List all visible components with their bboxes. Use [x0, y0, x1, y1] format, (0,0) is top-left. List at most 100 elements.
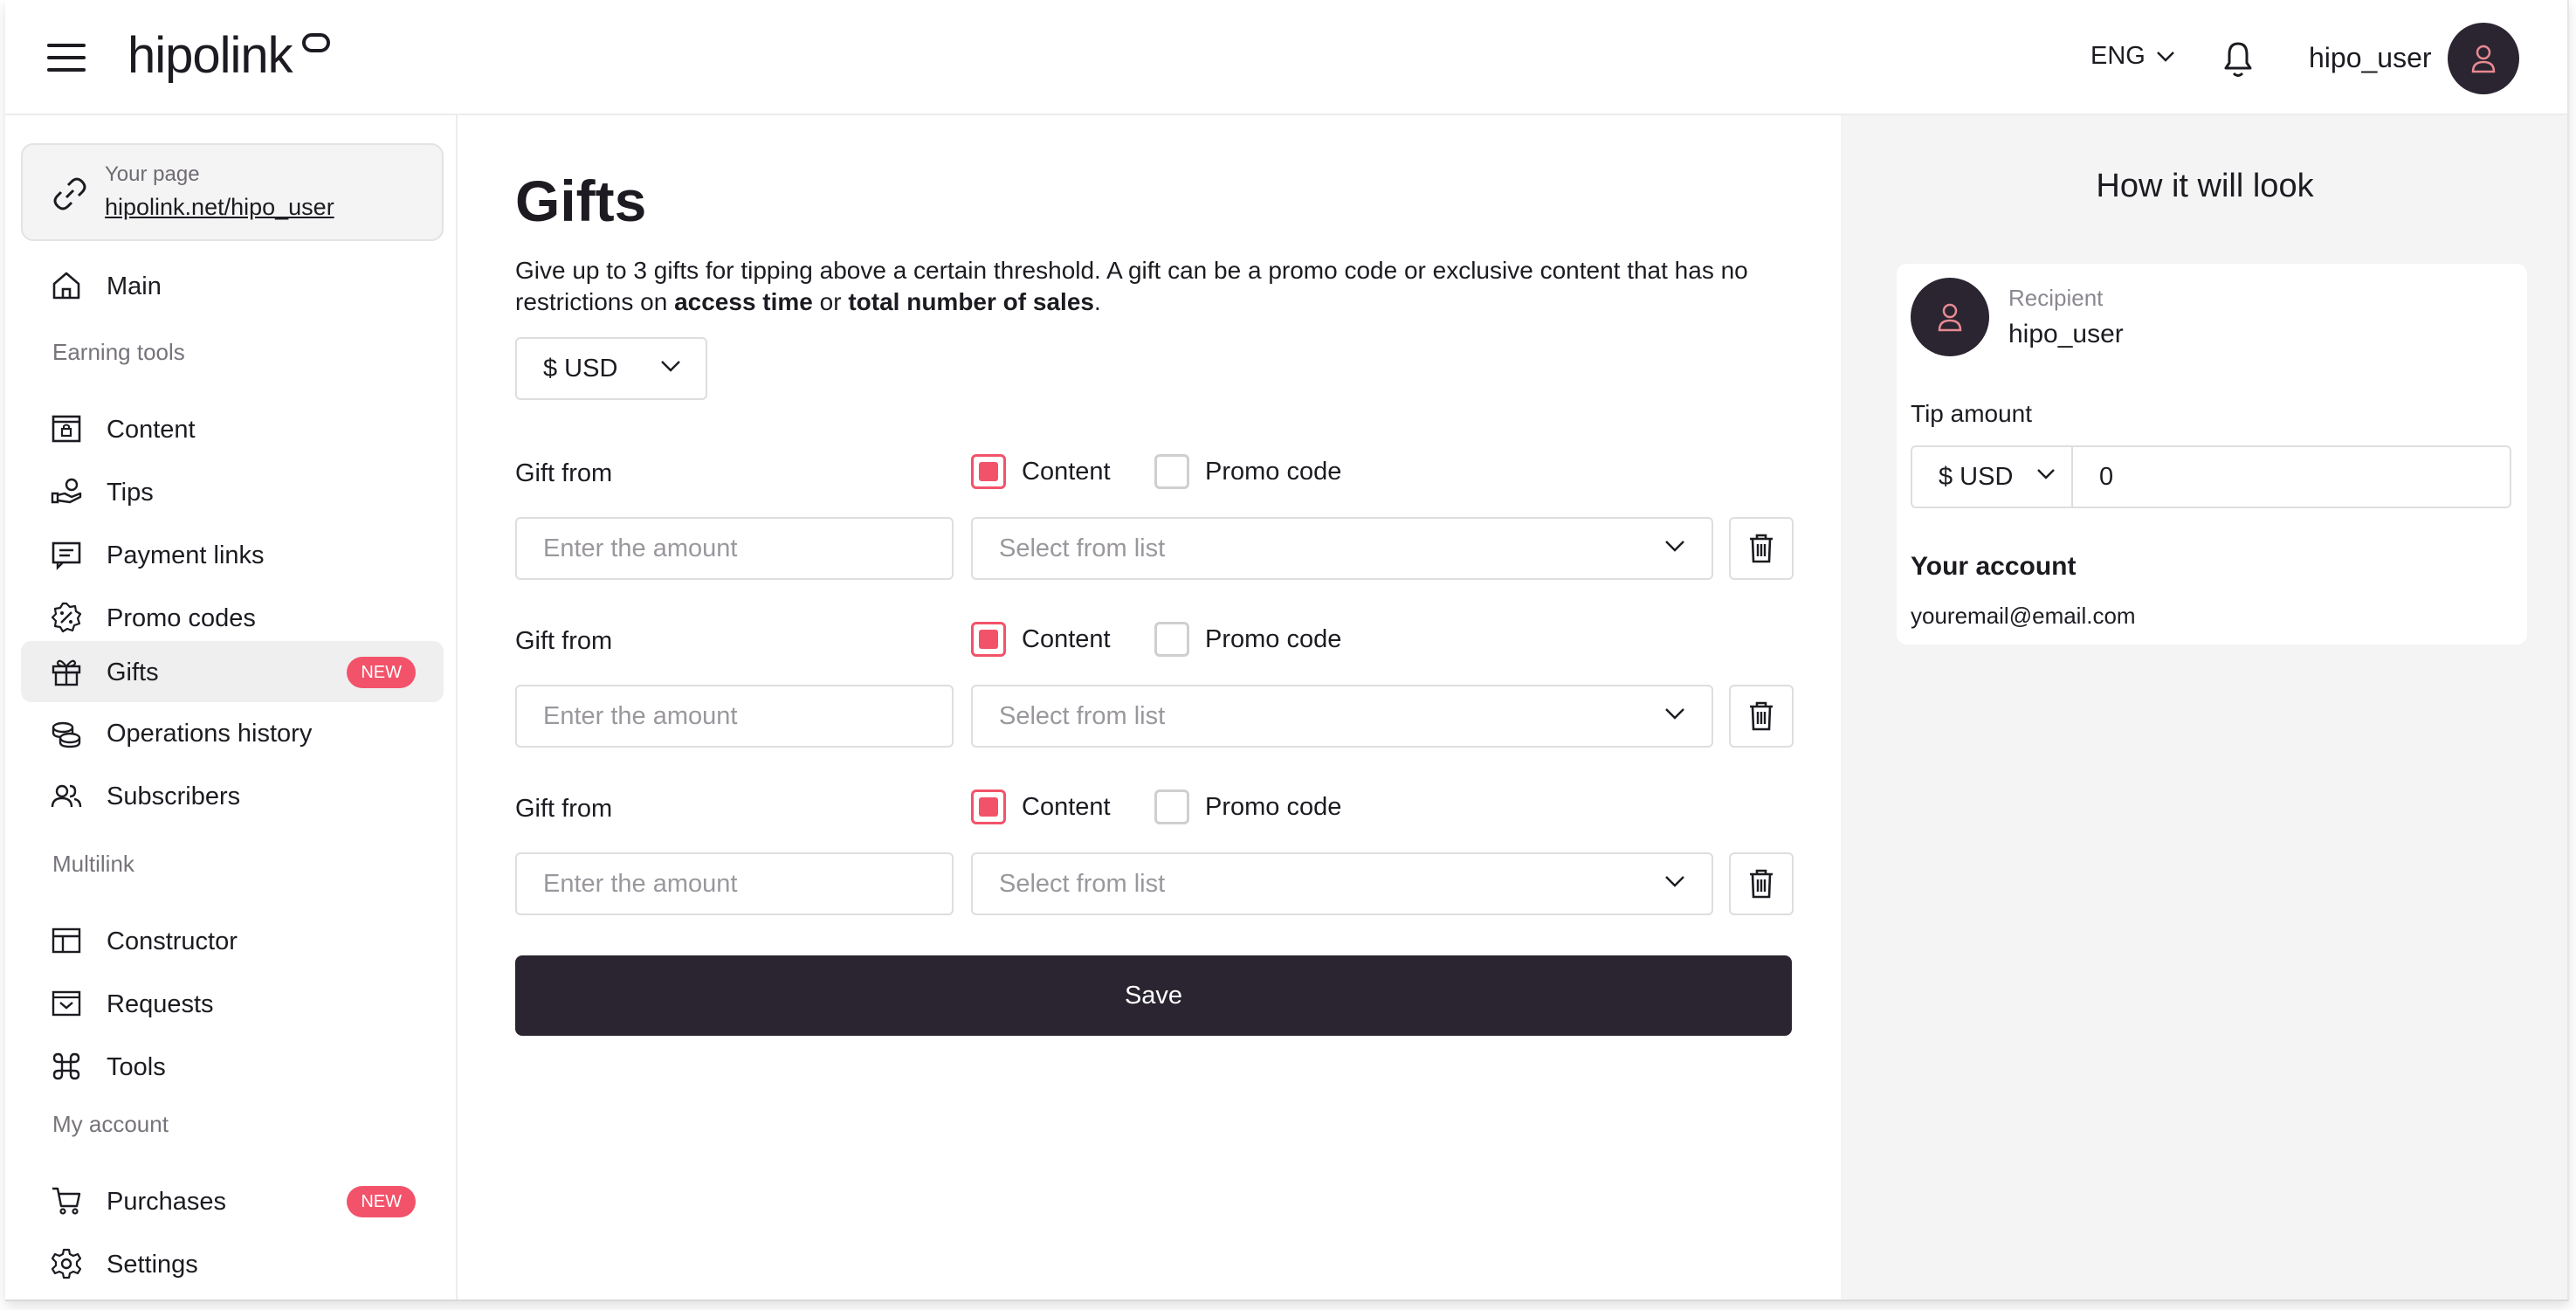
delete-button[interactable] — [1729, 852, 1794, 915]
section-earning-tools: Earning tools — [52, 339, 185, 365]
checkbox-checked[interactable] — [971, 454, 1006, 489]
username[interactable]: hipo_user — [2309, 42, 2432, 74]
checkbox-unchecked[interactable] — [1154, 622, 1189, 657]
delete-button[interactable] — [1729, 685, 1794, 748]
promo-codes-icon — [51, 602, 82, 633]
new-badge: NEW — [347, 1186, 416, 1217]
gift-from-label: Gift from — [515, 627, 613, 655]
chevron-down-icon — [2156, 51, 2174, 62]
trash-icon — [1750, 534, 1773, 563]
sidebar-item-tools[interactable]: Tools — [21, 1036, 444, 1097]
content-icon — [52, 415, 81, 443]
tip-currency-value: $ USD — [1939, 462, 2014, 491]
section-my-account: My account — [52, 1111, 169, 1137]
sidebar-item-label: Payment links — [107, 541, 265, 569]
content-checkbox[interactable]: Content — [971, 789, 1111, 824]
sidebar-item-label: Operations history — [107, 720, 313, 748]
tip-currency-select[interactable]: $ USD — [1911, 445, 2071, 508]
gift-row: Gift from Content Promo code Enter the a… — [515, 617, 1799, 765]
sidebar-item-requests[interactable]: Requests — [21, 973, 444, 1034]
checkbox-checked[interactable] — [971, 622, 1006, 657]
tip-amount-label: Tip amount — [1911, 400, 2033, 427]
your-page-url[interactable]: hipolink.net/hipo_user — [105, 194, 334, 221]
gift-from-label: Gift from — [515, 459, 613, 487]
description-bold-access-time: access time — [674, 288, 813, 315]
amount-input[interactable]: Enter the amount — [515, 685, 954, 748]
language-label: ENG — [2090, 42, 2146, 70]
your-account-label: Your account — [1911, 552, 2077, 581]
sidebar-item-label: Main — [107, 272, 162, 300]
sidebar-item-subscribers[interactable]: Subscribers — [21, 765, 444, 826]
section-multilink: Multilink — [52, 851, 134, 877]
sidebar-item-content[interactable]: Content — [21, 398, 444, 459]
sidebar-item-label: Promo codes — [107, 604, 256, 632]
promo-code-checkbox[interactable]: Promo code — [1154, 622, 1341, 657]
chevron-down-icon — [1665, 708, 1684, 720]
checkbox-unchecked[interactable] — [1154, 454, 1189, 489]
checkbox-label: Promo code — [1205, 792, 1342, 821]
layout-icon — [52, 927, 81, 954]
currency-value: $ USD — [543, 354, 618, 383]
content-checkbox[interactable]: Content — [971, 454, 1111, 489]
save-button[interactable]: Save — [515, 955, 1792, 1036]
sidebar-item-label: Purchases — [107, 1188, 227, 1216]
gear-icon — [51, 1248, 82, 1279]
avatar[interactable] — [2448, 23, 2519, 94]
user-icon — [2471, 45, 2496, 73]
gift-from-label: Gift from — [515, 795, 613, 823]
recipient-label: Recipient — [2008, 285, 2104, 311]
tip-amount-input[interactable]: 0 — [2071, 445, 2511, 508]
cart-icon — [52, 1187, 81, 1215]
amount-input[interactable]: Enter the amount — [515, 852, 954, 915]
description-text: or — [812, 288, 849, 315]
promo-code-checkbox[interactable]: Promo code — [1154, 789, 1341, 824]
language-selector[interactable]: ENG — [2090, 42, 2175, 71]
sidebar-item-label: Gifts — [107, 658, 159, 686]
delete-button[interactable] — [1729, 517, 1794, 580]
gift-item-select[interactable]: Select from list — [971, 685, 1713, 748]
logo[interactable]: hipolink — [127, 26, 293, 85]
users-icon — [51, 784, 82, 808]
preview-card: Recipient hipo_user Tip amount $ USD 0 Y… — [1897, 264, 2527, 645]
top-header: hipolink ENG hipo_user — [5, 0, 2567, 115]
gift-item-select[interactable]: Select from list — [971, 517, 1713, 580]
select-placeholder: Select from list — [999, 534, 1166, 562]
sidebar-item-operations-history[interactable]: Operations history — [21, 702, 444, 763]
your-page-card[interactable]: Your page hipolink.net/hipo_user — [21, 143, 444, 241]
sidebar-item-settings[interactable]: Settings — [21, 1233, 444, 1294]
payment-links-icon — [52, 541, 81, 570]
sidebar-item-payment-links[interactable]: Payment links — [21, 524, 444, 585]
sidebar-item-constructor[interactable]: Constructor — [21, 910, 444, 971]
checkbox-label: Content — [1022, 457, 1111, 486]
checkbox-label: Content — [1022, 792, 1111, 821]
home-icon — [52, 272, 80, 300]
amount-input[interactable]: Enter the amount — [515, 517, 954, 580]
sidebar-item-label: Constructor — [107, 927, 238, 955]
trash-icon — [1750, 869, 1773, 899]
description-bold-total-sales: total number of sales — [848, 288, 1094, 315]
description-text: . — [1093, 288, 1101, 315]
checkbox-checked[interactable] — [971, 789, 1006, 824]
promo-code-checkbox[interactable]: Promo code — [1154, 454, 1341, 489]
page-description: Give up to 3 gifts for tipping above a c… — [515, 255, 1773, 318]
bell-icon[interactable] — [2219, 38, 2257, 80]
sidebar-item-purchases[interactable]: Purchases NEW — [21, 1170, 444, 1231]
gift-icon — [52, 659, 81, 686]
checkbox-label: Promo code — [1205, 457, 1342, 486]
sidebar-item-gifts[interactable]: Gifts NEW — [21, 641, 444, 702]
sidebar-item-promo-codes[interactable]: Promo codes — [21, 587, 444, 648]
chevron-down-icon — [2037, 469, 2055, 479]
main-content: Gifts Give up to 3 gifts for tipping abo… — [458, 115, 1841, 1300]
gift-item-select[interactable]: Select from list — [971, 852, 1713, 915]
checkbox-unchecked[interactable] — [1154, 789, 1189, 824]
sidebar-item-tips[interactable]: Tips — [21, 461, 444, 522]
sidebar-item-main[interactable]: Main — [21, 255, 444, 316]
command-icon — [52, 1052, 80, 1080]
menu-icon[interactable] — [47, 44, 86, 73]
chevron-down-icon — [661, 361, 680, 372]
coins-icon — [52, 721, 81, 748]
content-checkbox[interactable]: Content — [971, 622, 1111, 657]
currency-select[interactable]: $ USD — [515, 337, 707, 400]
sidebar: Your page hipolink.net/hipo_user Main Ea… — [5, 115, 458, 1300]
inbox-icon — [52, 990, 81, 1017]
